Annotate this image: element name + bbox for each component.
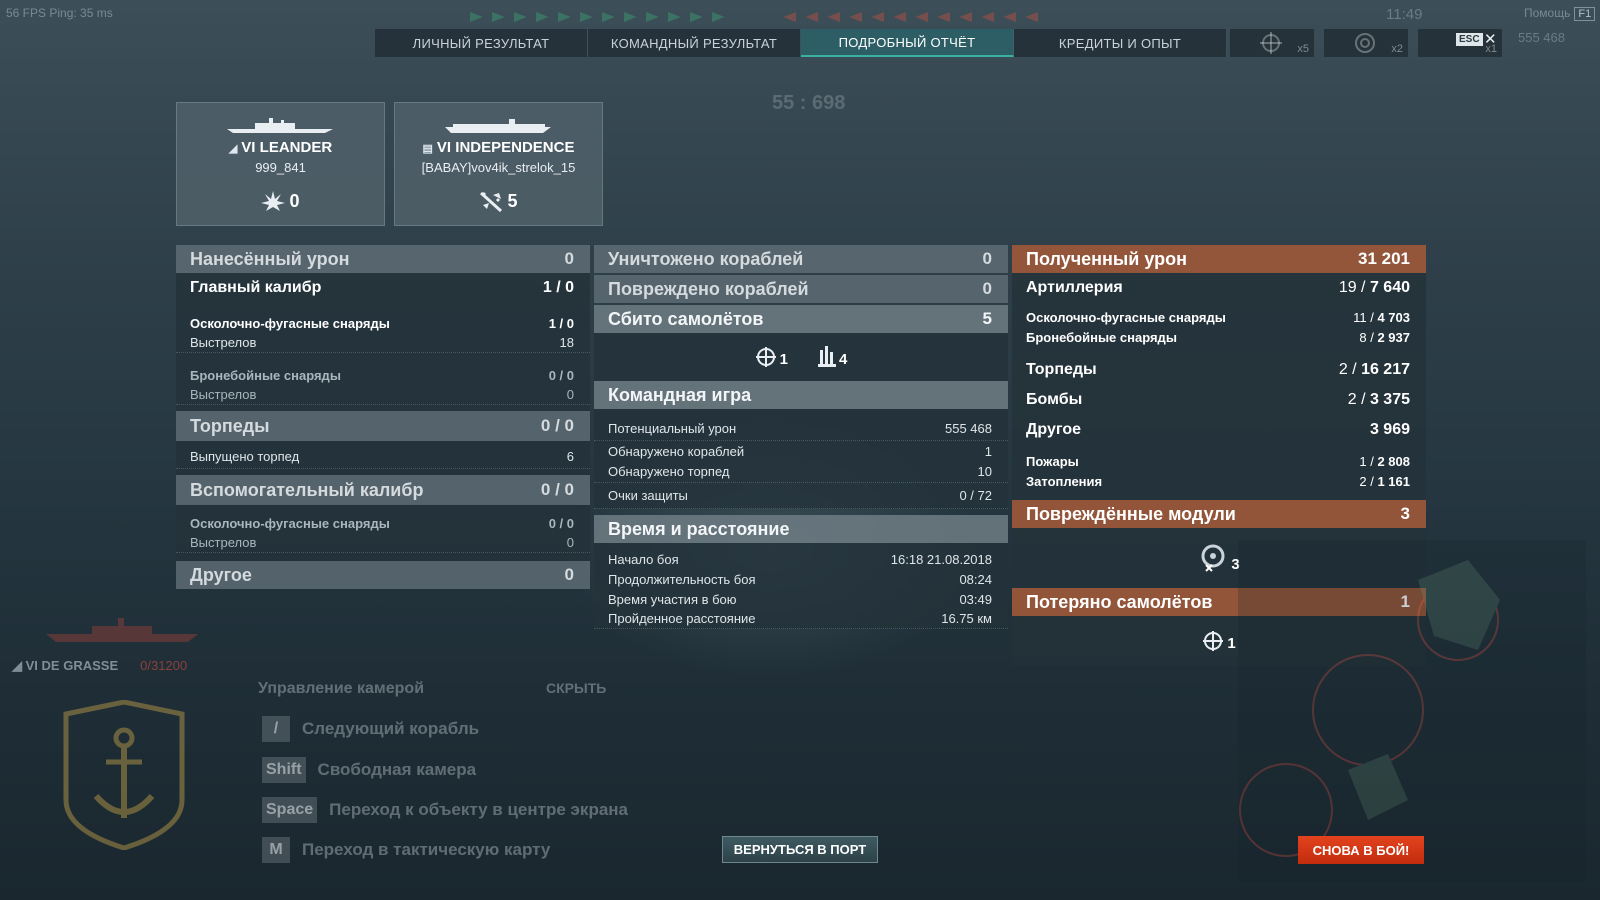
fighter-count: 1: [755, 346, 788, 368]
secondary-header: Вспомогательный калибр 0 / 0: [176, 475, 590, 505]
fires-row: Пожары 1 / 2 808: [1012, 451, 1426, 471]
secondary-he-row: Осколочно-фугасные снаряды 0 / 0: [176, 513, 590, 533]
teamplay-header: Командная игра: [594, 381, 1008, 409]
target-icon: [1355, 33, 1375, 53]
secondary-shots-row: Выстрелов 0: [176, 533, 590, 553]
torpedoes-spotted-row: Обнаружено торпед 10: [594, 461, 1008, 483]
time-distance-header: Время и расстояние: [594, 515, 1008, 543]
fighter-icon: [1203, 631, 1224, 651]
damage-dealt-panel: Нанесённый урон 0 Главный калибр 1 / 0 Оск…: [176, 245, 590, 589]
report-tabs: ЛИЧНЫЙ РЕЗУЛЬТАТ КОМАНДНЫЙ РЕЗУЛЬТАТ ПОД…: [375, 29, 1227, 57]
target-badge: x2: [1324, 29, 1408, 57]
aa-gun-icon: [818, 346, 836, 367]
score-ghost: 55 : 698: [772, 92, 846, 114]
own-ship-silhouette-icon: [46, 618, 198, 642]
distance-row: Пройденное расстояние 16.75 км: [594, 609, 1008, 629]
ship-card-stat: 5: [395, 191, 602, 213]
flooding-row: Затопления 2 / 1 161: [1012, 471, 1426, 491]
he-shots-row: Выстрелов 18: [176, 333, 590, 353]
ship-name: ◢ VI LEANDER: [228, 139, 333, 156]
ships-spotted-row: Обнаружено кораблей 1: [594, 441, 1008, 461]
help-hint[interactable]: Помощь F1: [1524, 6, 1596, 21]
ship-card-independence[interactable]: ▤ VI INDEPENDENCE [BABAY]vov4ik_strelok_1…: [394, 102, 603, 226]
damaged-modules-header: Повреждённые модули 3: [1012, 500, 1426, 528]
defense-points-row: Очки защиты 0 / 72: [594, 483, 1008, 509]
ship-card-stat: 0: [177, 191, 384, 213]
team-ribbon: [470, 12, 1130, 26]
esc-key: ESC: [1456, 33, 1483, 46]
player-name: 999_841: [255, 160, 306, 175]
main-battery-row: Главный калибр 1 / 0: [176, 273, 590, 303]
mouse-icon: /: [262, 716, 290, 742]
other-received-row: Другое 3 969: [1012, 415, 1426, 445]
artillery-row: Артиллерия 19 / 7 640: [1012, 273, 1426, 303]
damage-received-header: Полученный урон 31 201: [1012, 245, 1426, 273]
he-received-row: Осколочно-фугасные снаряды 11 / 4 703: [1012, 307, 1426, 327]
ships-destroyed-header: Уничтожено кораблей 0: [594, 245, 1008, 273]
tab-personal-result[interactable]: ЛИЧНЫЙ РЕЗУЛЬТАТ: [375, 29, 588, 57]
cruiser-class-icon: ◢: [12, 658, 22, 673]
top-badges: x5 x2 ESC ✕ x1: [1230, 29, 1502, 57]
anchor-emblem-icon: [63, 700, 185, 850]
aa-gun-count: 4: [818, 346, 847, 368]
plane-shot-icon: [480, 192, 503, 213]
tab-team-result[interactable]: КОМАНДНЫЙ РЕЗУЛЬТАТ: [588, 29, 801, 57]
planes-lost-count: 1: [1202, 630, 1236, 652]
shell-burst-icon: [261, 191, 286, 212]
torpedoes-launched-row: Выпущено торпед 6: [176, 445, 590, 469]
fighter-icon: [755, 347, 776, 367]
ships-damaged-header: Повреждено кораблей 0: [594, 275, 1008, 303]
carrier-class-icon: ▤: [422, 143, 433, 155]
crosshair-badge: x5: [1230, 29, 1314, 57]
m-key: M: [262, 837, 290, 863]
battle-again-button[interactable]: СНОВА В БОЙ!: [1298, 836, 1424, 864]
planes-shot-breakdown: 1 4: [594, 333, 1008, 381]
module-count: 3: [1198, 543, 1240, 573]
f1-key: F1: [1574, 7, 1596, 21]
ship-silhouette-icon: [227, 118, 333, 133]
camera-hint-center-object: Space Переход к объекту в центре экрана: [262, 797, 628, 823]
damage-dealt-header: Нанесённый урон 0: [176, 245, 590, 273]
participation-time-row: Время участия в бою 03:49: [594, 589, 1008, 609]
battle-clock: 11:49: [1386, 6, 1423, 23]
cruiser-class-icon: ◢: [228, 143, 238, 155]
steering-module-icon: [1201, 544, 1225, 572]
minimap[interactable]: [1238, 540, 1586, 882]
torpedoes-received-row: Торпеды 2 / 16 217: [1012, 355, 1426, 385]
ap-received-row: Бронебойные снаряды 8 / 2 937: [1012, 327, 1426, 347]
torpedoes-header: Торпеды 0 / 0: [176, 411, 590, 441]
bombs-received-row: Бомбы 2 / 3 375: [1012, 385, 1426, 415]
own-ship-label: ◢ VI DE GRASSE 0/31200: [12, 658, 188, 673]
ap-shells-row: Бронебойные снаряды 0 / 0: [176, 365, 590, 385]
crosshair-icon: [1260, 32, 1282, 54]
return-to-port-button[interactable]: ВЕРНУТЬСЯ В ПОРТ: [722, 836, 878, 863]
he-shells-row: Осколочно-фугасные снаряды 1 / 0: [176, 313, 590, 333]
ship-card-leander[interactable]: ◢ VI LEANDER 999_841 0: [176, 102, 385, 226]
camera-controls-title: Управление камерой: [258, 680, 425, 697]
battle-start-row: Начало боя 16:18 21.08.2018: [594, 549, 1008, 569]
ship-name: ▤ VI INDEPENDENCE: [422, 139, 575, 156]
camera-hint-tactical-map: M Переход в тактическую карту: [262, 837, 550, 863]
tab-credits-xp[interactable]: КРЕДИТЫ И ОПЫТ: [1014, 29, 1227, 57]
camera-hint-next-ship: / Следующий корабль: [262, 716, 479, 742]
tab-detailed-report[interactable]: ПОДРОБНЫЙ ОТЧЁТ: [801, 29, 1014, 57]
ship-silhouette-icon: [445, 119, 551, 133]
potential-damage-top: 555 468: [1518, 30, 1565, 45]
ap-shots-row: Выстрелов 0: [176, 385, 590, 405]
other-damage-header: Другое 0: [176, 561, 590, 589]
battle-duration-row: Продолжительность боя 08:24: [594, 569, 1008, 589]
player-name: [BABAY]vov4ik_strelok_15: [421, 160, 576, 175]
planes-shot-header: Сбито самолётов 5: [594, 305, 1008, 333]
esc-badge[interactable]: ESC ✕ x1: [1418, 29, 1502, 57]
shift-key: Shift: [262, 757, 306, 783]
potential-damage-row: Потенциальный урон 555 468: [594, 417, 1008, 441]
hide-camera-hints-button[interactable]: СКРЫТЬ: [546, 680, 606, 696]
fps-ping-readout: 56 FPS Ping: 35 ms: [6, 6, 113, 20]
camera-hint-free-camera: Shift Свободная камера: [262, 757, 476, 783]
middle-panel: Уничтожено кораблей 0 Повреждено кораблей…: [594, 245, 1008, 629]
space-key: Space: [262, 797, 318, 823]
